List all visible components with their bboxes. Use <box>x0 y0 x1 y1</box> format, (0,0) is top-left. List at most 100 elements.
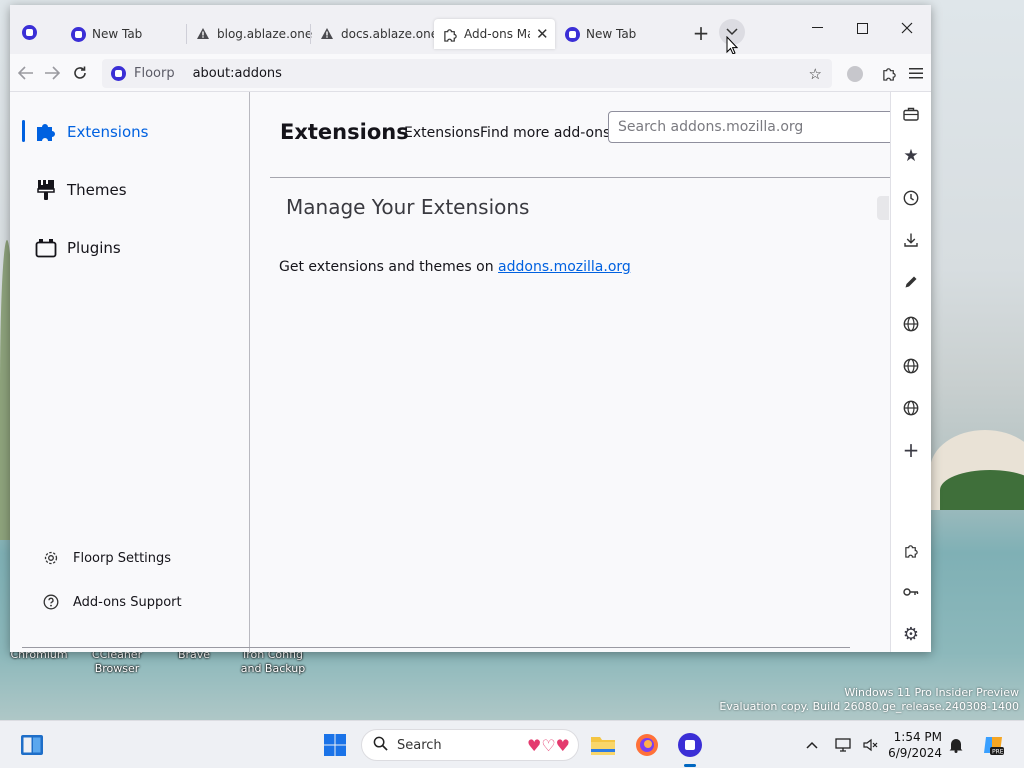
taskbar: Search ♥♡♥ 1:54 PM 6/9/2024 PRE <box>0 720 1024 768</box>
network-icon[interactable] <box>830 731 858 759</box>
minimize-button[interactable] <box>797 15 837 41</box>
get-extensions-message: Get extensions and themes on addons.mozi… <box>279 259 631 275</box>
passwords-key-icon[interactable] <box>899 580 923 604</box>
category-label: Extensions <box>67 123 149 141</box>
divider <box>270 177 890 178</box>
tab-bar: New Tab blog.ablaze.one docs.ablaze.one … <box>10 5 931 55</box>
url-text[interactable]: about:addons <box>193 66 282 81</box>
tab-new-tab-1[interactable]: New Tab <box>62 19 182 49</box>
start-windows-icon[interactable] <box>321 731 349 759</box>
url-bar[interactable]: Floorp about:addons ☆ <box>102 59 832 88</box>
paintbrush-icon <box>34 178 58 202</box>
divider <box>22 647 850 648</box>
addons-mozilla-link[interactable]: addons.mozilla.org <box>498 259 631 275</box>
floorp-taskbar-icon[interactable] <box>676 731 704 759</box>
identity-label: Floorp <box>134 66 175 81</box>
category-label: Themes <box>67 181 127 199</box>
watermark-edition: Windows 11 Pro Insider Preview <box>844 686 1019 699</box>
plugin-icon <box>34 236 58 260</box>
desktop-icon-ccleaner[interactable]: CCleaner Browser <box>86 648 148 676</box>
get-extensions-text: Get extensions and themes on <box>279 259 499 275</box>
downloads-icon[interactable] <box>899 228 923 252</box>
navigation-toolbar: Floorp about:addons ☆ <box>10 54 931 92</box>
extensions-puzzle-icon[interactable] <box>877 61 901 85</box>
windows-watermark: Windows 11 Pro Insider Preview Evaluatio… <box>719 686 1019 714</box>
taskbar-search-input[interactable]: Search ♥♡♥ <box>361 729 579 761</box>
addons-search-input[interactable]: Search addons.mozilla.org <box>608 111 890 143</box>
tools-gear-icon[interactable] <box>877 196 889 220</box>
category-extensions[interactable]: Extensions <box>22 116 148 148</box>
active-app-indicator <box>684 764 696 767</box>
svg-text:PRE: PRE <box>992 749 1004 756</box>
close-tab-icon[interactable]: ✕ <box>536 25 549 43</box>
account-avatar-icon[interactable] <box>847 66 863 82</box>
history-clock-icon[interactable] <box>899 186 923 210</box>
floorp-sidebar: ★ + ⚙ <box>890 92 931 652</box>
toolbox-icon[interactable] <box>899 102 923 126</box>
bookmark-star-icon[interactable]: ☆ <box>809 65 822 83</box>
addons-support-link[interactable]: Add-ons Support <box>42 593 182 611</box>
clock[interactable]: 1:54 PM 6/9/2024 <box>888 729 942 761</box>
show-hidden-icons-chevron-icon[interactable] <box>798 731 826 759</box>
manage-extensions-title: Manage Your Extensions <box>286 195 530 219</box>
tab-new-tab-2[interactable]: New Tab <box>558 19 678 49</box>
desktop-icon-iron[interactable]: Iron Config and Backup <box>236 648 310 676</box>
tab-blog[interactable]: blog.ablaze.one <box>190 19 312 49</box>
taskbar-search-placeholder: Search <box>397 737 442 753</box>
firefox-icon[interactable] <box>633 731 661 759</box>
tab-addons-manager[interactable]: Add-ons Manager ✕ <box>434 19 555 49</box>
warning-icon <box>195 26 211 42</box>
back-arrow-icon[interactable] <box>14 61 38 85</box>
addons-main: Extensions ExtensionsFind more add-ons S… <box>251 92 890 652</box>
volume-muted-icon[interactable] <box>856 731 884 759</box>
tab-label: New Tab <box>586 27 637 41</box>
sidebar-extensions-puzzle-icon[interactable] <box>899 538 923 562</box>
web-panel-globe-icon[interactable] <box>899 354 923 378</box>
search-placeholder: Search addons.mozilla.org <box>618 119 804 135</box>
tab-label: New Tab <box>92 27 143 41</box>
widgets-icon[interactable] <box>18 731 46 759</box>
tab-label: docs.ablaze.one <box>341 27 434 41</box>
search-highlight-icon: ♥♡♥ <box>526 736 570 755</box>
bookmarks-star-icon[interactable]: ★ <box>899 144 923 168</box>
maximize-button[interactable] <box>842 15 882 41</box>
floorp-icon <box>70 26 86 42</box>
addons-page: Extensions Themes Plugins Floorp Setting… <box>10 92 931 652</box>
footer-link-label: Add-ons Support <box>73 594 182 610</box>
forward-arrow-icon[interactable] <box>40 61 64 85</box>
tab-docs[interactable]: docs.ablaze.one <box>314 19 434 49</box>
puzzle-icon <box>442 26 458 42</box>
floorp-identity-icon[interactable] <box>110 66 126 82</box>
floorp-menu-icon[interactable] <box>21 24 37 40</box>
floorp-settings-link[interactable]: Floorp Settings <box>42 549 171 567</box>
sidebar-settings-gear-icon[interactable]: ⚙ <box>899 622 923 646</box>
web-panel-globe-icon[interactable] <box>899 396 923 420</box>
notifications-bell-icon[interactable] <box>942 731 970 759</box>
category-plugins[interactable]: Plugins <box>22 232 121 264</box>
new-tab-plus-icon[interactable]: + <box>690 21 712 45</box>
browser-window: New Tab blog.ablaze.one docs.ablaze.one … <box>10 5 931 652</box>
search-icon <box>373 736 388 755</box>
gear-icon <box>42 549 60 567</box>
hamburger-menu-icon[interactable] <box>904 61 928 85</box>
tab-label: blog.ablaze.one <box>217 27 312 41</box>
add-panel-plus-icon[interactable]: + <box>899 438 923 462</box>
file-explorer-icon[interactable] <box>589 731 617 759</box>
watermark-build: Evaluation copy. Build 26080.ge_release.… <box>719 700 1019 713</box>
category-themes[interactable]: Themes <box>22 174 127 206</box>
warning-icon <box>319 26 335 42</box>
tab-label: Add-ons Manager <box>464 27 530 41</box>
categories-sidebar: Extensions Themes Plugins Floorp Setting… <box>10 92 250 652</box>
category-label: Plugins <box>67 239 121 257</box>
web-panel-globe-icon[interactable] <box>899 312 923 336</box>
floorp-icon <box>564 26 580 42</box>
close-window-button[interactable] <box>887 15 927 41</box>
reload-icon[interactable] <box>68 61 92 85</box>
help-icon <box>42 593 60 611</box>
page-title: Extensions <box>280 120 409 144</box>
desktop-icons: Chromium CCleaner Browser Brave Iron Con… <box>0 648 320 678</box>
find-more-addons-label: ExtensionsFind more add-ons <box>404 125 611 141</box>
copilot-icon[interactable]: PRE <box>979 731 1007 759</box>
notes-pencil-icon[interactable] <box>899 270 923 294</box>
puzzle-icon <box>34 120 58 144</box>
